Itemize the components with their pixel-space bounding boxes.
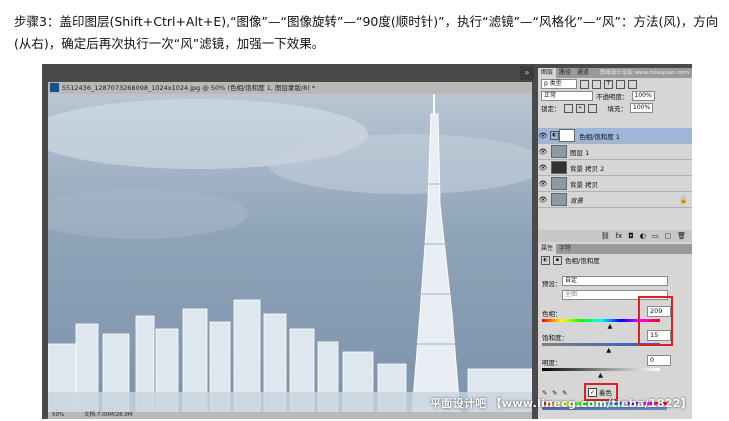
layer-mask-thumb[interactable]: [559, 129, 575, 142]
adjust-filter-icon[interactable]: [592, 79, 601, 89]
folder-icon[interactable]: ▭: [652, 230, 659, 242]
tab-character[interactable]: 字符: [556, 244, 574, 254]
eye-icon[interactable]: 👁: [538, 196, 548, 204]
preset-select[interactable]: 自定: [562, 276, 668, 286]
mask-icon[interactable]: ◘: [628, 230, 634, 242]
document-title: 5512436_1287073268098_1024x1024.jpg @ 50…: [62, 84, 316, 92]
lock-position-icon[interactable]: +: [575, 103, 585, 113]
lock-all-icon[interactable]: [587, 103, 597, 113]
layers-footer: ⛓ fx ◘ ◐ ▭ ▢ 🗑: [538, 230, 692, 242]
opacity-input[interactable]: 100%: [631, 91, 655, 101]
hue-label: 色相：: [542, 310, 562, 318]
lock-icon: 🔒: [679, 195, 688, 204]
tab-properties[interactable]: 属性: [538, 244, 557, 254]
fill-label: 填充：: [607, 105, 628, 113]
type-filter-icon[interactable]: T: [604, 79, 613, 89]
properties-tabs: 属性 字符: [538, 244, 692, 254]
preset-label: 预设：: [542, 280, 562, 288]
saturation-knob-icon[interactable]: ▲: [606, 346, 611, 354]
layer-name: 色相/饱和度 1: [579, 132, 620, 141]
fill-input[interactable]: 100%: [630, 103, 654, 113]
instruction-text: 步骤3：盖印图层(Shift+Ctrl+Alt+E),“图像”—“图像旋转”—“…: [14, 14, 719, 51]
mask-icon[interactable]: ▪: [553, 255, 562, 265]
highlight-box: [638, 296, 673, 346]
layer-row[interactable]: 👁 图层 1: [538, 144, 692, 160]
footer-watermark: 平面设计吧 【www.linecg.com/tieba/1822】: [430, 397, 692, 410]
layer-name: 背景: [570, 196, 583, 205]
image-canvas[interactable]: [48, 94, 532, 412]
layer-thumb: [551, 193, 567, 206]
tab-paths[interactable]: 路径: [556, 68, 574, 78]
link-icon[interactable]: ⛓: [601, 230, 610, 242]
layer-row[interactable]: 👁 ◐ 色相/饱和度 1: [538, 128, 692, 144]
lightness-knob-icon[interactable]: ▲: [598, 371, 603, 379]
status-bar: 50% 文档:7.00M/28.0M: [48, 412, 532, 419]
doc-info: 文档:7.00M/28.0M: [83, 412, 133, 418]
fx-icon[interactable]: fx: [616, 230, 623, 242]
lock-pixels-icon[interactable]: [563, 103, 573, 113]
opacity-label: 不透明度：: [596, 93, 629, 101]
eye-icon[interactable]: 👁: [538, 180, 548, 188]
layer-thumb: [551, 177, 567, 190]
document-tab[interactable]: 5512436_1287073268098_1024x1024.jpg @ 50…: [48, 82, 532, 94]
tab-channels[interactable]: 通道: [574, 68, 592, 78]
image-filter-icon[interactable]: [580, 79, 589, 89]
props-header: ◐ ▪ 色相/饱和度: [538, 254, 692, 266]
lightness-input[interactable]: 0: [647, 355, 671, 366]
trash-icon[interactable]: 🗑: [677, 230, 686, 242]
shape-filter-icon[interactable]: [616, 79, 625, 89]
layer-row[interactable]: 👁 背景 🔒: [538, 192, 692, 208]
layer-name: 图层 1: [570, 148, 590, 157]
layers-tabs: 图层 路径 通道 思缘设计论坛 www.missyuan.com: [538, 68, 692, 78]
properties-panel: 属性 字符 ◐ ▪ 色相/饱和度 预设： 自定 全图 色相： ▲ 209 饱和度…: [538, 244, 692, 419]
new-layer-icon[interactable]: ▢: [664, 230, 671, 242]
city-image: [48, 94, 532, 412]
hue-knob-icon[interactable]: ▲: [607, 322, 612, 330]
layer-thumb: [551, 161, 567, 174]
lock-label: 锁定：: [541, 105, 561, 113]
smart-filter-icon[interactable]: [628, 79, 637, 89]
adjustment-icon: ◐: [550, 131, 559, 140]
adjustment-layer-icon[interactable]: ◐: [640, 230, 646, 242]
blend-mode-select[interactable]: 正常: [541, 91, 593, 101]
layer-row[interactable]: 👁 背景 拷贝: [538, 176, 692, 192]
adjustment-icon: ◐: [541, 255, 550, 265]
blend-row: 正常 不透明度： 100%: [538, 90, 692, 102]
layer-row[interactable]: 👁 背景 拷贝 2: [538, 160, 692, 176]
photoshop-icon: [50, 83, 59, 92]
lightness-label: 明度：: [542, 359, 562, 367]
layer-name: 背景 拷贝: [570, 180, 599, 189]
layers-list: 👁 ◐ 色相/饱和度 1 👁 图层 1 👁 背景 拷贝 2 👁 背景 拷贝 👁 …: [538, 128, 692, 208]
collapse-panels-icon[interactable]: »: [520, 66, 534, 80]
eye-icon[interactable]: 👁: [538, 132, 548, 140]
photoshop-screenshot: 5512436_1287073268098_1024x1024.jpg @ 50…: [42, 64, 692, 419]
layer-name: 背景 拷贝 2: [570, 164, 605, 173]
eye-icon[interactable]: 👁: [538, 148, 548, 156]
right-panel: 图层 路径 通道 思缘设计论坛 www.missyuan.com p 类型 T …: [538, 68, 692, 419]
properties-title: 色相/饱和度: [565, 257, 600, 265]
saturation-label: 饱和度：: [542, 334, 568, 342]
layer-filter-select[interactable]: p 类型: [541, 79, 577, 89]
zoom-level[interactable]: 50%: [52, 412, 64, 418]
lock-row: 锁定： + 填充： 100%: [538, 102, 692, 114]
filter-row: p 类型 T: [538, 78, 692, 90]
panel-watermark: 思缘设计论坛 www.missyuan.com: [599, 70, 689, 76]
layer-thumb: [551, 145, 567, 158]
tab-layers[interactable]: 图层: [538, 68, 557, 78]
eye-icon[interactable]: 👁: [538, 164, 548, 172]
